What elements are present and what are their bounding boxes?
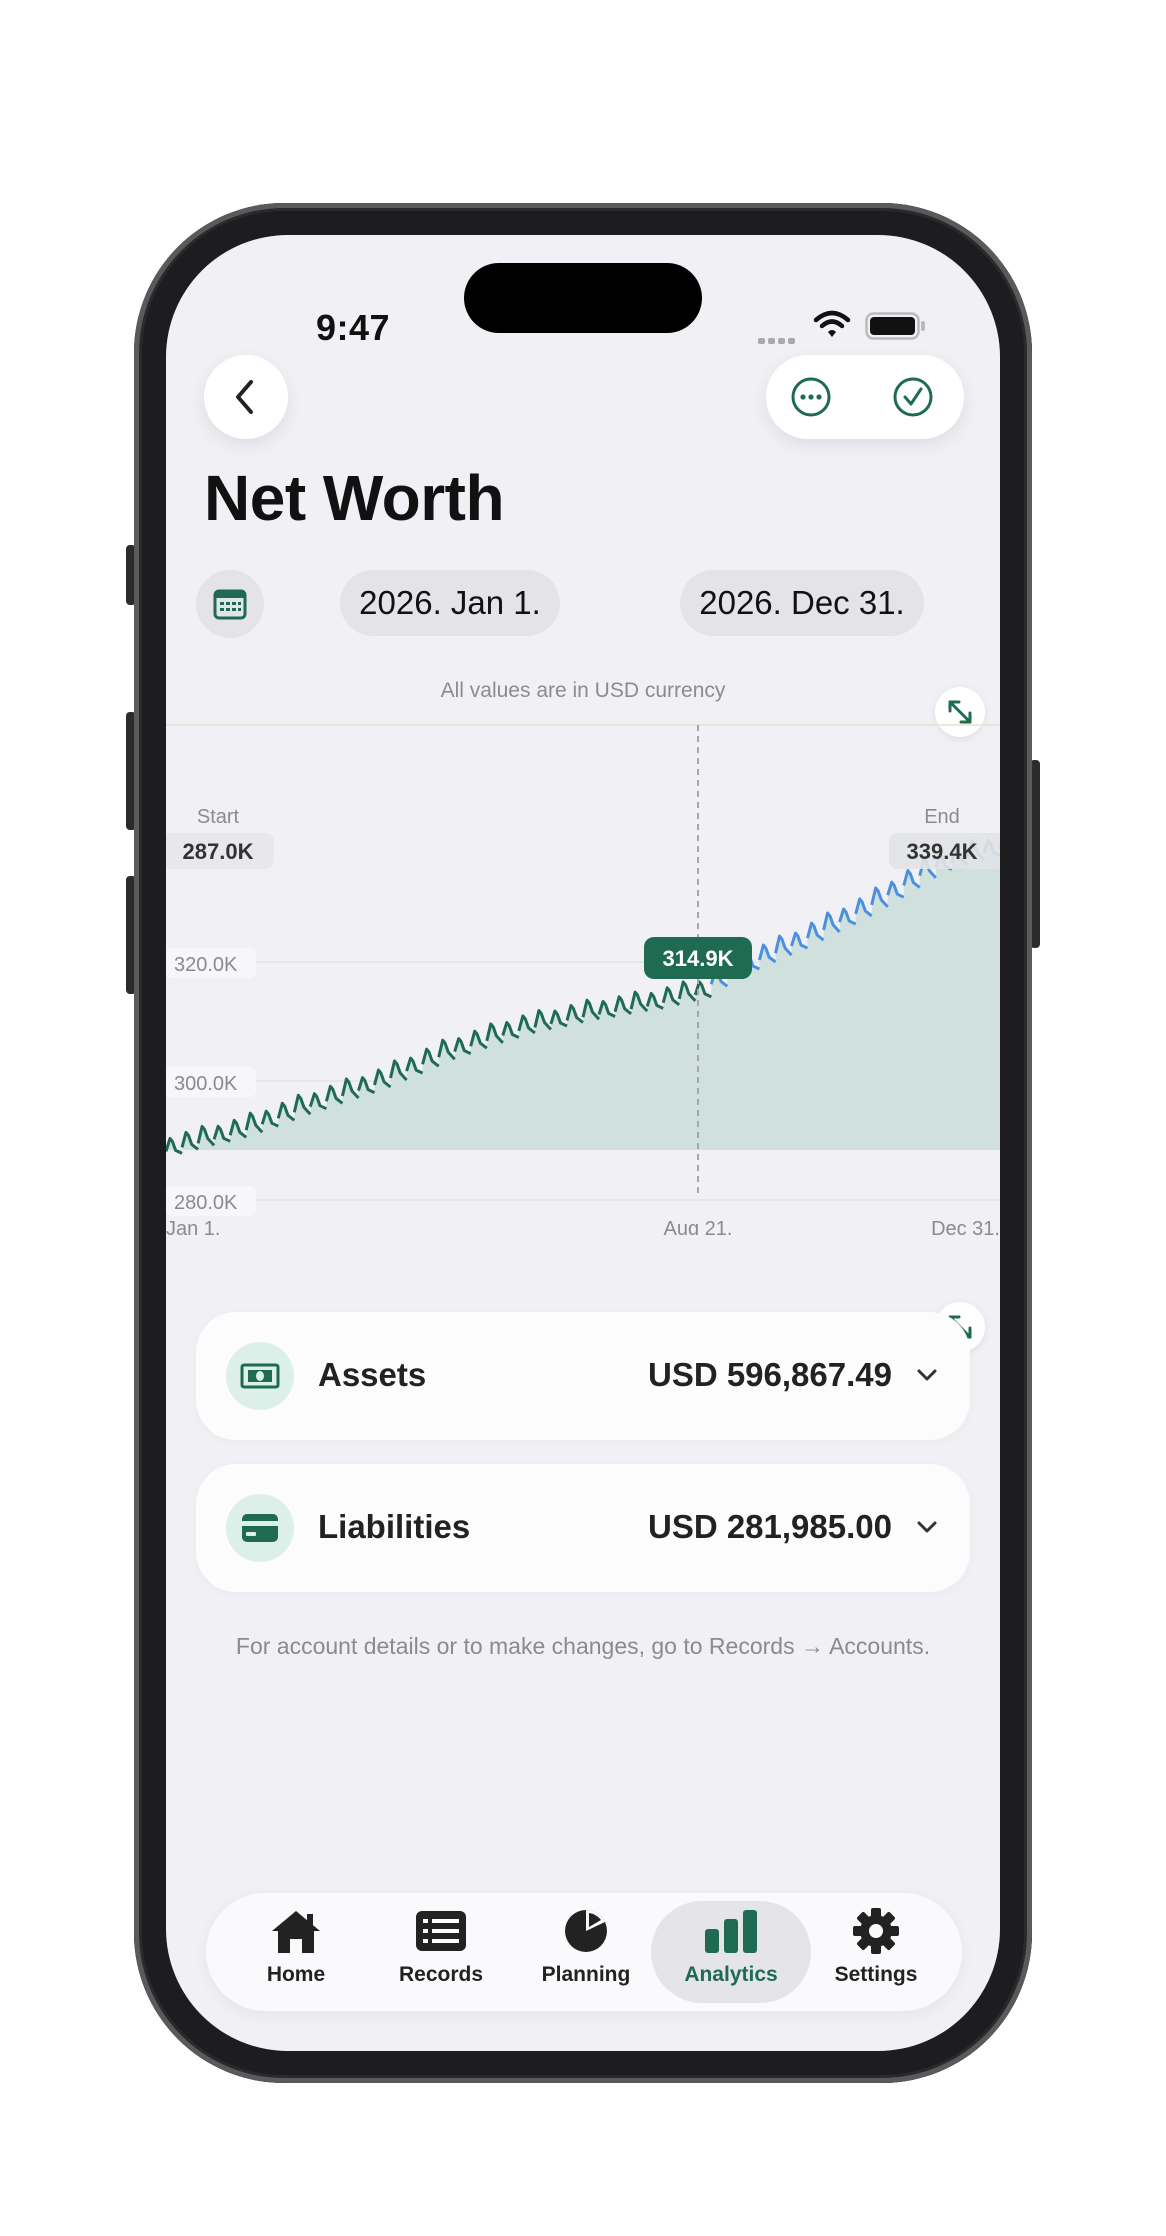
- back-button[interactable]: [204, 355, 288, 439]
- assets-card[interactable]: Assets USD 596,867.49: [196, 1312, 970, 1440]
- tab-bar: Home Records Planning Analytics Settings: [206, 1893, 962, 2011]
- credit-card-icon: [226, 1494, 294, 1562]
- list-icon: [416, 1911, 466, 1951]
- pie-chart-icon: [565, 1910, 607, 1952]
- chevron-down-icon[interactable]: [914, 1362, 940, 1388]
- end-label: End: [924, 806, 960, 828]
- currency-note: All values are in USD currency: [440, 679, 726, 702]
- banknote-icon: [226, 1342, 294, 1410]
- checkmark-circle-icon[interactable]: [892, 376, 934, 418]
- liabilities-value: USD 281,985.00: [647, 1508, 892, 1545]
- tab-records[interactable]: Records: [361, 1901, 521, 2003]
- start-value: 287.0K: [183, 839, 254, 864]
- screen: 9:47 Net Worth 2026. Jan 1. 2026. Dec 31…: [166, 235, 1000, 2051]
- dynamic-island: [464, 263, 702, 333]
- gear-icon: [853, 1908, 899, 1954]
- x-tick-label: Dec 31.: [931, 1218, 1000, 1235]
- liabilities-card[interactable]: Liabilities USD 281,985.00: [196, 1464, 970, 1592]
- tab-home[interactable]: Home: [216, 1901, 376, 2003]
- battery-icon: [865, 312, 925, 340]
- start-date-button[interactable]: 2026. Jan 1.: [340, 570, 560, 636]
- x-tick-label: Jan 1.: [166, 1218, 220, 1235]
- y-tick-label: 320.0K: [174, 954, 238, 976]
- net-worth-chart[interactable]: 287.0K Start 339.4K End 314.9K 320.0K 30…: [166, 715, 1000, 1235]
- more-options-icon[interactable]: [790, 376, 832, 418]
- status-time: 9:47: [316, 307, 391, 348]
- tab-planning[interactable]: Planning: [506, 1901, 666, 2003]
- y-tick-label: 300.0K: [174, 1073, 238, 1095]
- page-title: Net Worth: [204, 462, 505, 534]
- tab-label: Planning: [541, 1963, 631, 1986]
- bar-chart-icon: [705, 1910, 757, 1953]
- calendar-icon: [213, 589, 247, 620]
- tab-label: Settings: [834, 1963, 918, 1986]
- tab-label: Home: [266, 1963, 326, 1986]
- x-tick-label: Aug 21.: [664, 1218, 733, 1235]
- tab-label: Records: [398, 1963, 484, 1986]
- header-actions: [766, 355, 964, 439]
- end-date-button[interactable]: 2026. Dec 31.: [680, 570, 924, 636]
- selected-value: 314.9K: [663, 946, 734, 971]
- y-tick-label: 280.0K: [174, 1192, 238, 1214]
- house-icon: [272, 1911, 320, 1953]
- phone-frame: 9:47 Net Worth 2026. Jan 1. 2026. Dec 31…: [134, 203, 1032, 2083]
- cellular-signal-icon: [758, 331, 802, 344]
- wifi-icon: [813, 310, 851, 337]
- home-indicator: [166, 2041, 1000, 2043]
- start-label: Start: [197, 806, 240, 828]
- accounts-footnote: For account details or to make changes, …: [235, 1633, 931, 1659]
- tab-label: Analytics: [684, 1963, 778, 1986]
- assets-label: Assets: [318, 1356, 427, 1393]
- chevron-down-icon[interactable]: [914, 1514, 940, 1540]
- calendar-button[interactable]: [196, 570, 264, 638]
- chevron-left-icon: [236, 380, 253, 414]
- liabilities-label: Liabilities: [318, 1508, 471, 1545]
- tab-analytics[interactable]: Analytics: [651, 1901, 811, 2003]
- chart-area-fill: [166, 840, 1000, 1154]
- assets-value: USD 596,867.49: [647, 1356, 892, 1393]
- end-value: 339.4K: [907, 839, 978, 864]
- tab-settings[interactable]: Settings: [796, 1901, 956, 2003]
